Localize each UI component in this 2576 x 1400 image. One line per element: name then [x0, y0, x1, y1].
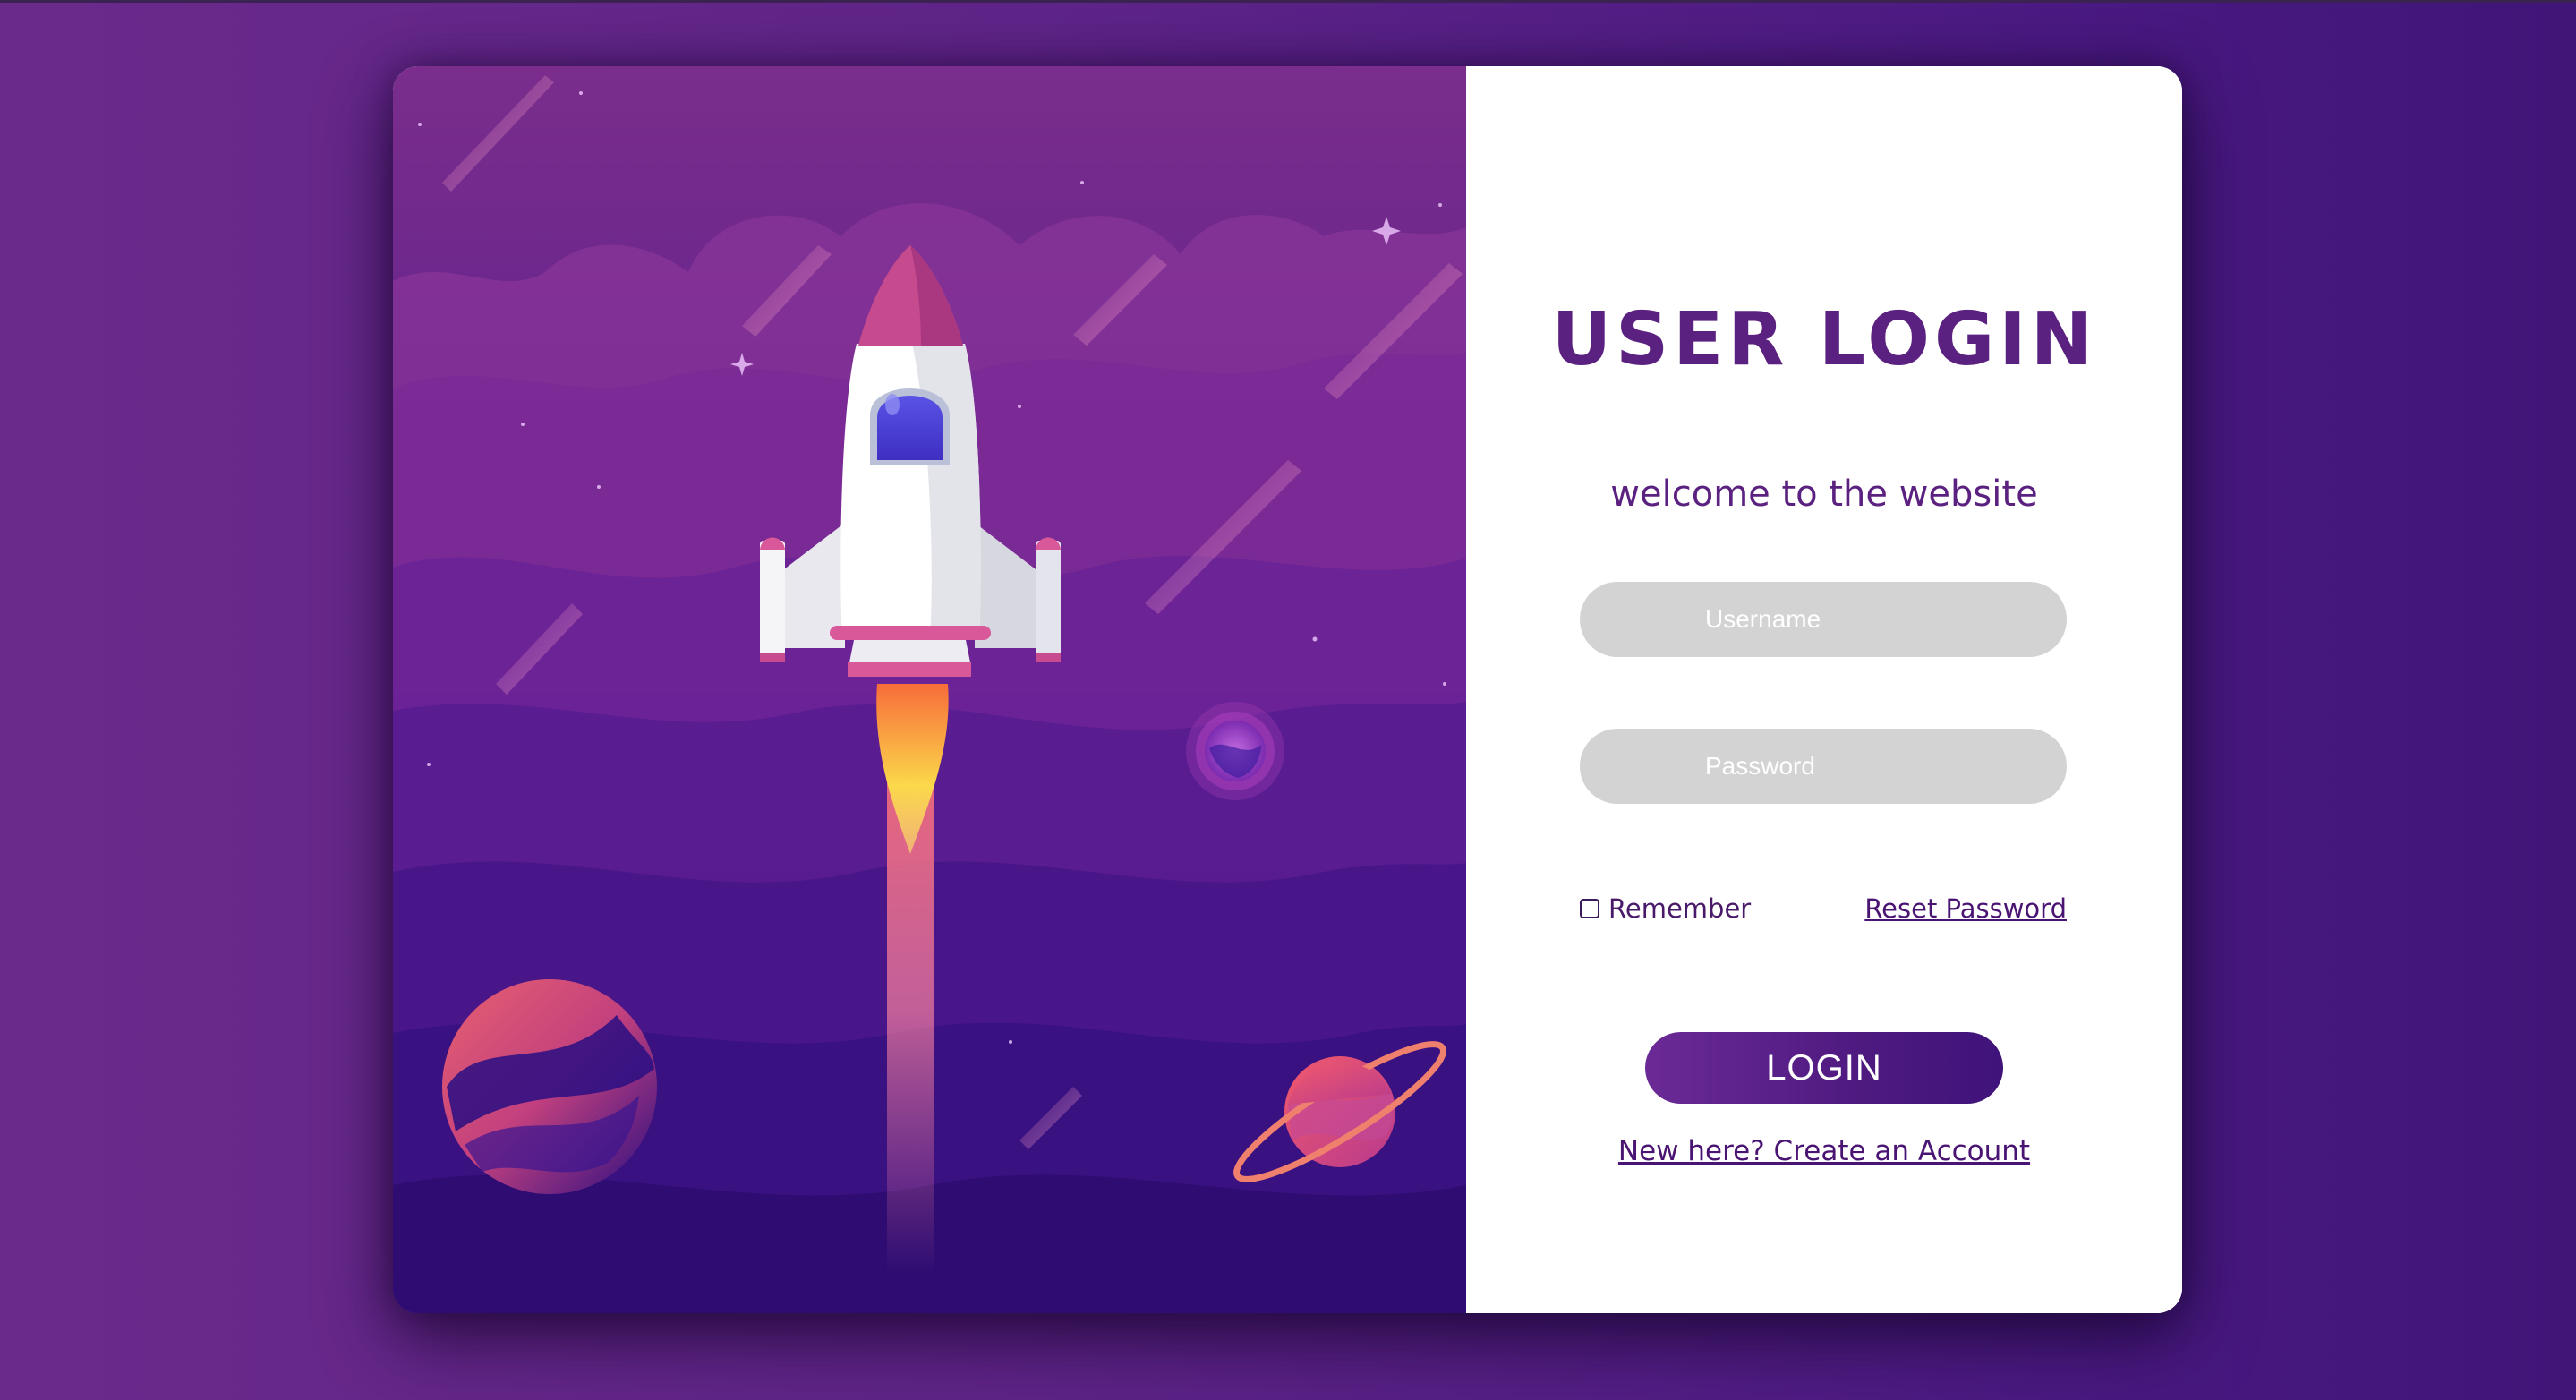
- remember-option[interactable]: Remember: [1580, 893, 1751, 924]
- login-button[interactable]: LOGIN: [1645, 1032, 2003, 1104]
- top-border: [0, 0, 2576, 3]
- remember-label: Remember: [1608, 893, 1752, 924]
- username-input[interactable]: [1580, 582, 2067, 657]
- login-card: USER LOGIN welcome to the website Rememb…: [393, 66, 2182, 1313]
- remember-checkbox[interactable]: [1580, 899, 1599, 918]
- welcome-text: welcome to the website: [1610, 474, 2038, 515]
- planet-icon: [442, 979, 657, 1194]
- small-planet-icon: [1186, 702, 1284, 800]
- page-title: USER LOGIN: [1551, 297, 2097, 382]
- password-input[interactable]: [1580, 729, 2067, 804]
- create-account-link[interactable]: New here? Create an Account: [1466, 1135, 2182, 1167]
- space-illustration: [393, 66, 1466, 1313]
- reset-password-link[interactable]: Reset Password: [1864, 893, 2067, 924]
- login-panel: USER LOGIN welcome to the website Rememb…: [1466, 66, 2182, 1313]
